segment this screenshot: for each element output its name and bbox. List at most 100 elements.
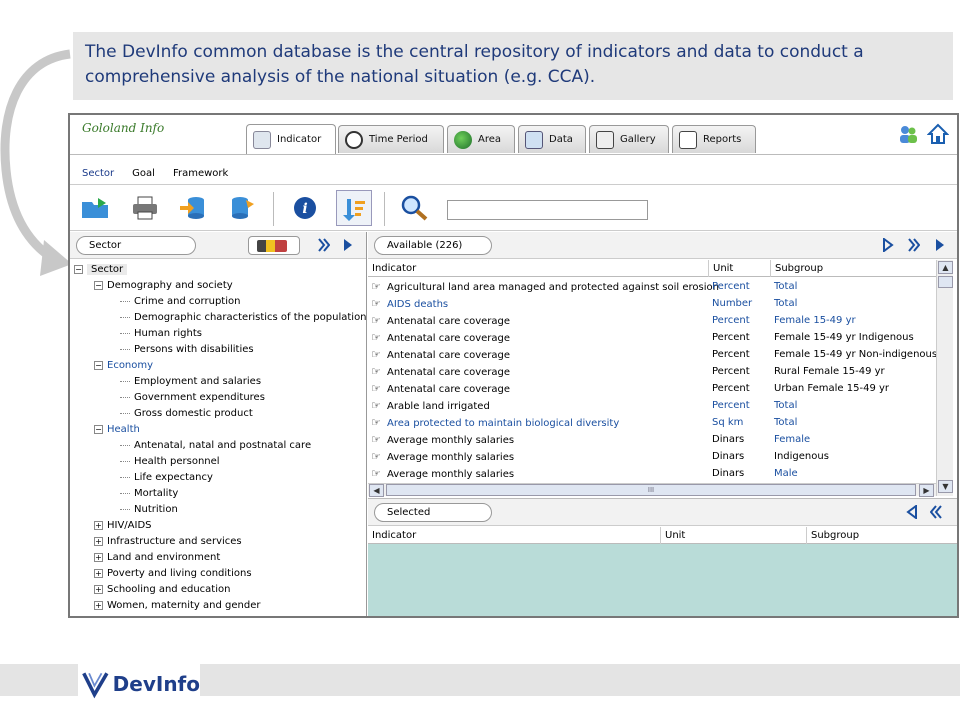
pointing-hand-icon[interactable]: ☞ — [371, 363, 385, 380]
table-row[interactable]: ☞ Arable land irrigated Percent Total — [368, 397, 936, 414]
expand-icon[interactable]: + — [94, 520, 103, 530]
available-pill[interactable]: Available (226) — [374, 236, 492, 255]
tree-item[interactable]: Crime and corruption — [74, 294, 364, 310]
users-icon[interactable] — [897, 123, 919, 145]
collapse-icon[interactable]: − — [94, 280, 103, 290]
menu-goal[interactable]: Goal — [132, 168, 155, 179]
database-export-icon[interactable] — [178, 194, 208, 222]
tab-gallery[interactable]: Gallery — [589, 125, 669, 153]
expand-icon[interactable]: + — [94, 568, 103, 578]
tab-area[interactable]: Area — [447, 125, 515, 153]
expand-icon[interactable]: + — [94, 584, 103, 594]
tree-group[interactable]: + Infrastructure and services — [74, 534, 364, 550]
table-row[interactable]: ☞ Antenatal care coverage Percent Female 15… — [368, 312, 936, 329]
scroll-thumb[interactable] — [938, 276, 953, 288]
tree-item[interactable]: Nutrition — [74, 502, 364, 518]
tree-root[interactable]: − Sector — [74, 262, 364, 278]
expand-icon[interactable]: + — [94, 600, 103, 610]
tree-item[interactable]: Government expenditures — [74, 390, 364, 406]
tree-item[interactable]: Employment and salaries — [74, 374, 364, 390]
column-header-indicator[interactable]: Indicator — [368, 260, 708, 277]
scroll-down-icon[interactable]: ▼ — [938, 480, 953, 493]
play-left-icon[interactable] — [906, 505, 918, 519]
tab-data[interactable]: Data — [518, 125, 586, 153]
expand-icon[interactable]: + — [94, 552, 103, 562]
play-right-icon[interactable] — [934, 238, 946, 252]
print-icon[interactable] — [130, 194, 160, 222]
column-header-unit[interactable]: Unit — [660, 527, 806, 544]
table-row[interactable]: ☞ Antenatal care coverage Percent Urban Fem… — [368, 380, 936, 397]
pointing-hand-icon[interactable]: ☞ — [371, 295, 385, 312]
table-row[interactable]: ☞ Average monthly salaries Dinars Indigenou… — [368, 448, 936, 465]
collapse-icon[interactable]: − — [74, 264, 83, 274]
column-header-subgroup[interactable]: Subgroup — [770, 260, 936, 277]
play-right-icon[interactable] — [882, 238, 894, 252]
tree-item[interactable]: Persons with disabilities — [74, 342, 364, 358]
horizontal-scroll-thumb[interactable]: III — [386, 484, 916, 496]
tree-item[interactable]: Antenatal, natal and postnatal care — [74, 438, 364, 454]
collapse-icon[interactable]: − — [94, 424, 103, 434]
tree-group[interactable]: + Women, maternity and gender — [74, 598, 364, 614]
table-row[interactable]: ☞ Average monthly salaries Dinars Male — [368, 465, 936, 482]
tree-item[interactable]: Health personnel — [74, 454, 364, 470]
tree-item[interactable]: Human rights — [74, 326, 364, 342]
double-chevron-right-icon[interactable] — [908, 238, 920, 252]
open-folder-icon[interactable] — [80, 194, 110, 222]
search-input[interactable] — [447, 200, 648, 220]
collapse-icon[interactable]: − — [94, 360, 103, 370]
pointing-hand-icon[interactable]: ☞ — [371, 329, 385, 346]
pointing-hand-icon[interactable]: ☞ — [371, 448, 385, 465]
tab-reports[interactable]: Reports — [672, 125, 756, 153]
tree-item[interactable]: Mortality — [74, 486, 364, 502]
pointing-hand-icon[interactable]: ☞ — [371, 380, 385, 397]
sort-button[interactable] — [336, 190, 372, 226]
tree-group[interactable]: − Economy — [74, 358, 364, 374]
home-icon[interactable] — [927, 123, 949, 145]
tree-item[interactable]: Demographic characteristics of the popul… — [74, 310, 367, 326]
expand-icon[interactable]: + — [94, 536, 103, 546]
pointing-hand-icon[interactable]: ☞ — [371, 431, 385, 448]
pointing-hand-icon[interactable]: ☞ — [371, 465, 385, 482]
horizontal-scrollbar[interactable]: ◀ III ▶ — [368, 483, 936, 497]
pointing-hand-icon[interactable]: ☞ — [371, 312, 385, 329]
vertical-scrollbar[interactable]: ▲ ▼ — [936, 260, 953, 496]
pointing-hand-icon[interactable]: ☞ — [371, 278, 385, 295]
double-chevron-right-icon[interactable] — [318, 238, 330, 252]
scroll-left-icon[interactable]: ◀ — [369, 484, 384, 497]
tree-group[interactable]: + HIV/AIDS — [74, 518, 364, 534]
sector-pill[interactable]: Sector — [76, 236, 196, 255]
tree-item[interactable]: Gross domestic product — [74, 406, 364, 422]
sector-tools-button[interactable] — [248, 236, 300, 255]
scroll-right-icon[interactable]: ▶ — [919, 484, 934, 497]
tree-group[interactable]: − Health — [74, 422, 364, 438]
column-header-indicator[interactable]: Indicator — [368, 527, 660, 544]
tree-group[interactable]: + Schooling and education — [74, 582, 364, 598]
table-row[interactable]: ☞ Antenatal care coverage Percent Female 15… — [368, 329, 936, 346]
menu-sector[interactable]: Sector — [82, 168, 114, 179]
tree-group[interactable]: + Poverty and living conditions — [74, 566, 364, 582]
table-row[interactable]: ☞ AIDS deaths Number Total — [368, 295, 936, 312]
selected-list-area[interactable] — [368, 544, 957, 616]
pointing-hand-icon[interactable]: ☞ — [371, 414, 385, 431]
play-right-icon[interactable] — [342, 238, 354, 252]
table-row[interactable]: ☞ Average monthly salaries Dinars Female — [368, 431, 936, 448]
info-icon[interactable]: i — [290, 194, 320, 222]
tree-group[interactable]: − Demography and society — [74, 278, 364, 294]
tab-time-period[interactable]: Time Period — [338, 125, 444, 153]
double-chevron-left-icon[interactable] — [930, 505, 942, 519]
tree-item[interactable]: Life expectancy — [74, 470, 364, 486]
menu-framework[interactable]: Framework — [173, 168, 228, 179]
selected-pill[interactable]: Selected — [374, 503, 492, 522]
tab-indicator[interactable]: Indicator — [246, 124, 336, 154]
pointing-hand-icon[interactable]: ☞ — [371, 397, 385, 414]
table-row[interactable]: ☞ Antenatal care coverage Percent Rural Fem… — [368, 363, 936, 380]
column-header-unit[interactable]: Unit — [708, 260, 770, 277]
scroll-up-icon[interactable]: ▲ — [938, 261, 953, 274]
column-header-subgroup[interactable]: Subgroup — [806, 527, 957, 544]
pointing-hand-icon[interactable]: ☞ — [371, 346, 385, 363]
database-import-icon[interactable] — [228, 194, 258, 222]
search-icon[interactable] — [400, 194, 430, 222]
table-row[interactable]: ☞ Agricultural land area managed and prot… — [368, 278, 936, 295]
table-row[interactable]: ☞ Area protected to maintain biological d… — [368, 414, 936, 431]
table-row[interactable]: ☞ Antenatal care coverage Percent Female 15… — [368, 346, 936, 363]
